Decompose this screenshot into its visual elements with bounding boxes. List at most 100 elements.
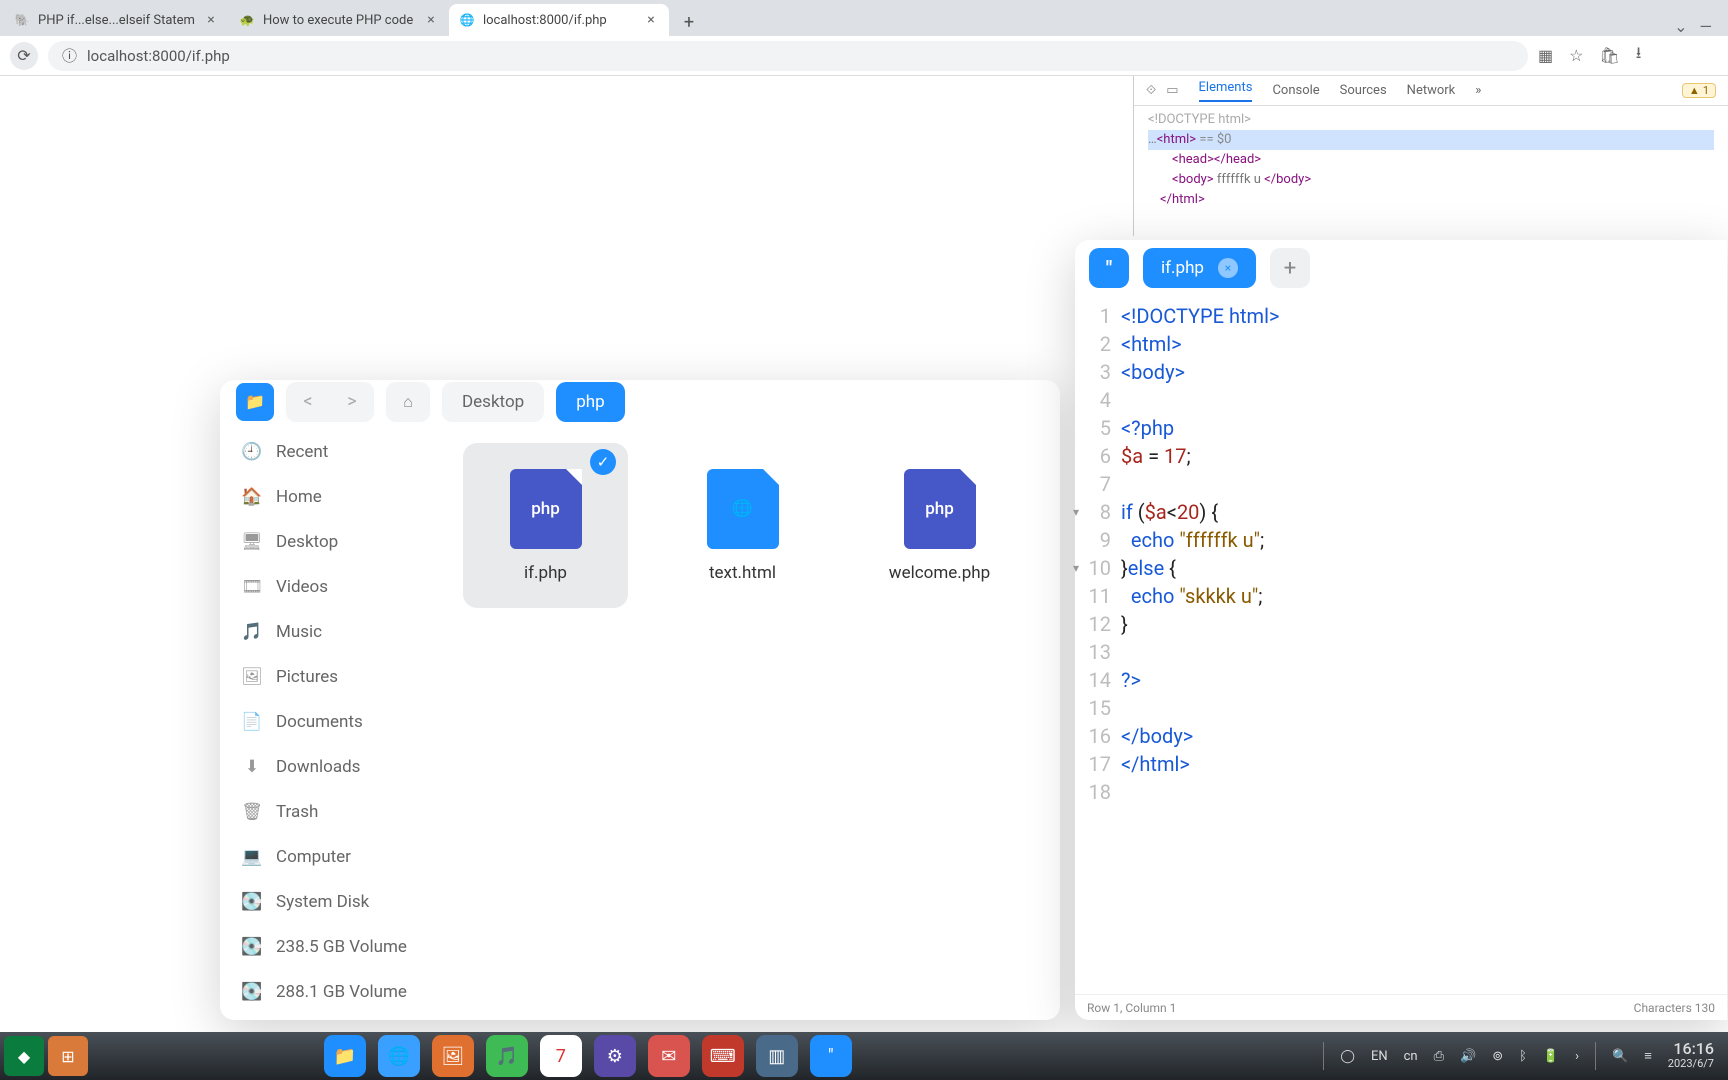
chevron-right-icon[interactable]: › bbox=[1575, 1049, 1579, 1064]
sidebar-item[interactable]: ⬇Downloads bbox=[220, 744, 445, 789]
sidebar-item[interactable]: 🕘Recent bbox=[220, 429, 445, 474]
close-icon[interactable]: × bbox=[423, 12, 439, 28]
address-bar[interactable]: ⓘ localhost:8000/if.php bbox=[48, 41, 1528, 71]
start-button[interactable]: ◆ bbox=[4, 1036, 44, 1076]
editor-tabstrip: " if.php × + bbox=[1075, 240, 1727, 296]
download-icon[interactable]: ⭳ bbox=[1636, 42, 1642, 69]
dock-files-icon[interactable]: 📁 bbox=[324, 1035, 366, 1077]
browser-tab-1[interactable]: 🐢 How to execute PHP code × bbox=[229, 4, 449, 36]
sidebar-label: Music bbox=[276, 622, 322, 642]
file-item[interactable]: phpwelcome.php bbox=[857, 443, 1022, 608]
dom-line[interactable]: …<html> == $0 bbox=[1148, 130, 1714, 150]
dock-terminal-icon[interactable]: ⌨ bbox=[702, 1035, 744, 1077]
device-icon[interactable]: ▭ bbox=[1166, 83, 1178, 98]
breadcrumb-desktop[interactable]: Desktop bbox=[442, 382, 544, 422]
clock-time: 16:16 bbox=[1668, 1041, 1714, 1056]
file-name: if.php bbox=[524, 563, 567, 583]
dock-monitor-icon[interactable]: ▥ bbox=[756, 1035, 798, 1077]
file-name: text.html bbox=[709, 563, 776, 583]
bookmark-icon[interactable]: ☆ bbox=[1569, 46, 1583, 65]
warning-badge[interactable]: ▲ 1 bbox=[1682, 83, 1716, 98]
sidebar-item[interactable]: 💻Computer bbox=[220, 834, 445, 879]
back-button[interactable]: < bbox=[286, 391, 330, 412]
forward-button[interactable]: > bbox=[330, 391, 374, 412]
dock-photos-icon[interactable]: 🖼 bbox=[432, 1035, 474, 1077]
sidebar-icon: 💽 bbox=[242, 982, 262, 1002]
dock-browser-icon[interactable]: 🌐 bbox=[378, 1035, 420, 1077]
sidebar-label: 288.1 GB Volume bbox=[276, 982, 407, 1002]
editor-tab[interactable]: if.php × bbox=[1143, 248, 1256, 288]
close-icon[interactable]: × bbox=[1218, 258, 1238, 278]
chevron-down-icon[interactable]: ⌄ bbox=[1674, 17, 1687, 36]
inspect-icon[interactable]: ⟐ bbox=[1146, 83, 1156, 98]
new-tab-button[interactable]: + bbox=[675, 8, 703, 36]
dom-line[interactable]: <body> ffffffk u </body> bbox=[1148, 170, 1714, 190]
file-type-icon: 🌐 bbox=[707, 469, 779, 549]
dom-line[interactable]: <head></head> bbox=[1148, 150, 1714, 170]
browser-tab-strip: 🐘 PHP if...else...elseif Statem × 🐢 How … bbox=[0, 0, 1728, 36]
files-app-icon[interactable]: 📁 bbox=[236, 383, 274, 421]
search-icon[interactable]: 🔍 bbox=[1612, 1049, 1628, 1064]
sidebar-icon: 💻 bbox=[242, 847, 262, 867]
devtools-tab-network[interactable]: Network bbox=[1407, 83, 1456, 98]
sidebar-item[interactable]: 🎞Videos bbox=[220, 564, 445, 609]
sidebar-item[interactable]: 🏠Home bbox=[220, 474, 445, 519]
devtools-tab-sources[interactable]: Sources bbox=[1340, 83, 1387, 98]
nav-buttons: < > bbox=[286, 382, 374, 422]
file-item[interactable]: 🌐 text.html bbox=[660, 443, 825, 608]
dock-settings-icon[interactable]: ⚙ bbox=[594, 1035, 636, 1077]
cursor-position: Row 1, Column 1 bbox=[1087, 1001, 1176, 1015]
dom-tree[interactable]: <!DOCTYPE html> …<html> == $0 <head></he… bbox=[1134, 106, 1728, 214]
sidebar-icon: 🕘 bbox=[242, 442, 262, 462]
breadcrumb-php[interactable]: php bbox=[556, 382, 624, 422]
minimize-icon[interactable]: — bbox=[1700, 17, 1713, 36]
dock-mail-icon[interactable]: ✉ bbox=[648, 1035, 690, 1077]
code-area[interactable]: 123456789101112131415161718 <!DOCTYPE ht… bbox=[1075, 296, 1727, 994]
sidebar-item[interactable]: 🎵Music bbox=[220, 609, 445, 654]
sidebar-item[interactable]: 🗑Trash bbox=[220, 789, 445, 834]
tab-title: localhost:8000/if.php bbox=[483, 13, 635, 28]
bluetooth-icon[interactable]: ᛒ bbox=[1519, 1049, 1527, 1064]
sidebar-item[interactable]: 💽 288.1 GB Volume bbox=[220, 969, 445, 1014]
separator bbox=[1595, 1042, 1596, 1070]
close-icon[interactable]: × bbox=[203, 12, 219, 28]
devtools-more-icon[interactable]: » bbox=[1475, 83, 1481, 98]
extension-icon[interactable]: 🛍 bbox=[1599, 46, 1619, 65]
tray-circle-icon[interactable]: ◯ bbox=[1340, 1049, 1355, 1064]
workspace-button[interactable]: ⊞ bbox=[48, 1036, 88, 1076]
sidebar-item[interactable]: 📄Documents bbox=[220, 699, 445, 744]
sidebar-item[interactable]: 🖼Pictures bbox=[220, 654, 445, 699]
editor-app-icon[interactable]: " bbox=[1089, 248, 1129, 288]
url-text: localhost:8000/if.php bbox=[87, 47, 230, 65]
browser-tab-0[interactable]: 🐘 PHP if...else...elseif Statem × bbox=[4, 4, 229, 36]
ime-indicator[interactable]: cn bbox=[1404, 1049, 1418, 1064]
dock-music-icon[interactable]: 🎵 bbox=[486, 1035, 528, 1077]
qr-icon[interactable]: ▦ bbox=[1538, 46, 1553, 65]
dock-editor-icon[interactable]: " bbox=[810, 1035, 852, 1077]
reload-button[interactable]: ⟳ bbox=[10, 42, 38, 70]
browser-tab-2[interactable]: 🌐 localhost:8000/if.php × bbox=[449, 4, 669, 36]
devtools-tab-elements[interactable]: Elements bbox=[1199, 80, 1253, 102]
notifications-icon[interactable]: ≡ bbox=[1644, 1048, 1652, 1064]
new-editor-tab-button[interactable]: + bbox=[1270, 248, 1310, 288]
fm-file-grid[interactable]: ✓phpif.php 🌐 text.html phpwelcome.php bbox=[445, 423, 1060, 1020]
dock-calendar-icon[interactable]: 7 bbox=[540, 1035, 582, 1077]
sidebar-icon: 🖼 bbox=[242, 667, 262, 687]
sidebar-item[interactable]: 💽System Disk bbox=[220, 879, 445, 924]
close-icon[interactable]: × bbox=[643, 12, 659, 28]
sidebar-item[interactable]: 🖥Desktop bbox=[220, 519, 445, 564]
code-content[interactable]: <!DOCTYPE html><html><body> <?php$a = 17… bbox=[1121, 302, 1727, 994]
usb-icon[interactable]: ⎙ bbox=[1434, 1049, 1444, 1064]
dom-line[interactable]: </html> bbox=[1148, 190, 1714, 210]
site-info-icon[interactable]: ⓘ bbox=[62, 45, 77, 66]
home-button[interactable]: ⌂ bbox=[386, 382, 430, 422]
clock[interactable]: 16:16 2023/6/7 bbox=[1668, 1041, 1714, 1071]
network-icon[interactable]: ⊚ bbox=[1492, 1049, 1503, 1064]
char-count: Characters 130 bbox=[1634, 1001, 1715, 1015]
language-indicator[interactable]: EN bbox=[1371, 1049, 1388, 1064]
devtools-tab-console[interactable]: Console bbox=[1272, 83, 1319, 98]
battery-icon[interactable]: 🔋 bbox=[1543, 1049, 1559, 1064]
file-item[interactable]: ✓phpif.php bbox=[463, 443, 628, 608]
volume-icon[interactable]: 🔊 bbox=[1460, 1049, 1476, 1064]
sidebar-item[interactable]: 💽238.5 GB Volume bbox=[220, 924, 445, 969]
